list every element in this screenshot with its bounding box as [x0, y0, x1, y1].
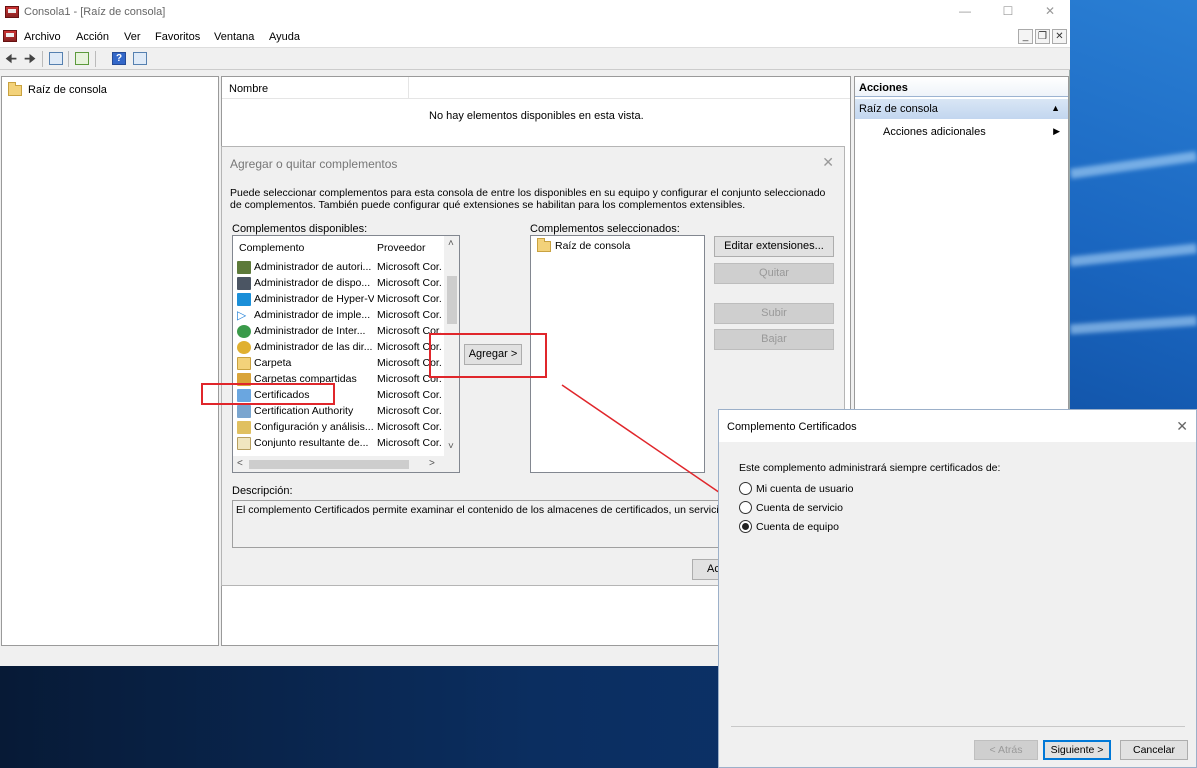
wizard-back-button[interactable]: < Atrás: [974, 740, 1038, 760]
certificates-snapin-wizard: Complemento Certificados ✕ Este compleme…: [718, 409, 1197, 768]
radio-label-user-account[interactable]: Mi cuenta de usuario: [756, 483, 853, 495]
radio-user-account[interactable]: [739, 482, 752, 495]
radio-service-account[interactable]: [739, 501, 752, 514]
wizard-next-button[interactable]: Siguiente >: [1043, 740, 1111, 760]
radio-label-computer-account[interactable]: Cuenta de equipo: [756, 521, 839, 533]
radio-label-service-account[interactable]: Cuenta de servicio: [756, 502, 843, 514]
wizard-separator: [731, 726, 1185, 727]
wizard-titlebar[interactable]: Complemento Certificados ✕: [719, 410, 1196, 442]
wizard-close-icon[interactable]: ✕: [1176, 418, 1188, 435]
wizard-prompt: Este complemento administrará siempre ce…: [739, 462, 1001, 474]
wizard-title: Complemento Certificados: [727, 421, 857, 433]
radio-computer-account[interactable]: [739, 520, 752, 533]
wizard-cancel-button[interactable]: Cancelar: [1120, 740, 1188, 760]
